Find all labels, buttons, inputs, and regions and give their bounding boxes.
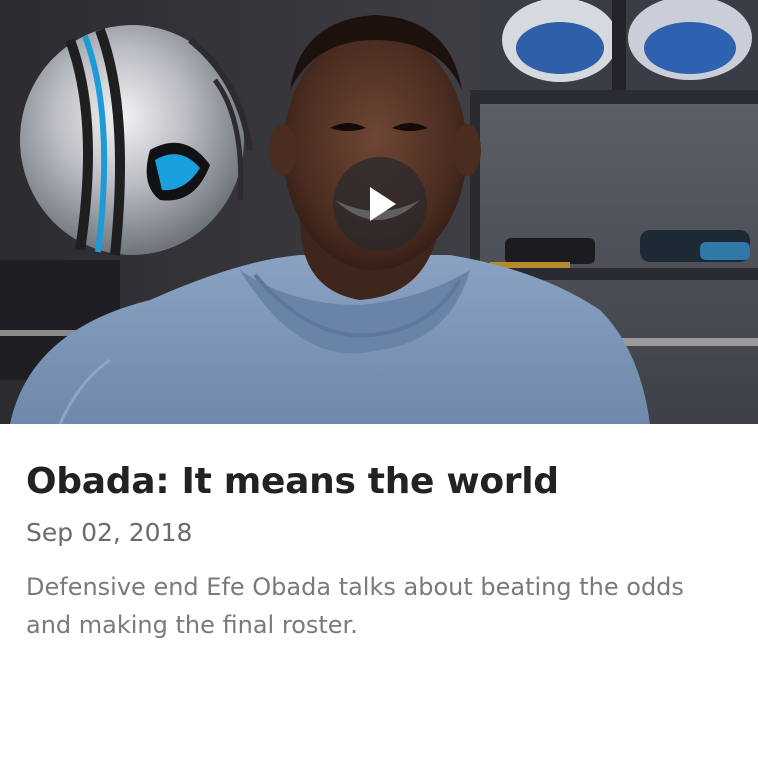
publish-date: Sep 02, 2018 [26, 518, 193, 547]
video-card[interactable]: Obada: It means the world Sep 02, 2018 D… [0, 0, 758, 774]
video-title[interactable]: Obada: It means the world [26, 424, 732, 504]
play-icon [370, 187, 396, 221]
video-thumbnail[interactable] [0, 0, 758, 424]
video-description: Defensive end Efe Obada talks about beat… [26, 573, 684, 639]
card-content: Obada: It means the world Sep 02, 2018 D… [0, 424, 758, 644]
play-button[interactable] [333, 157, 427, 251]
